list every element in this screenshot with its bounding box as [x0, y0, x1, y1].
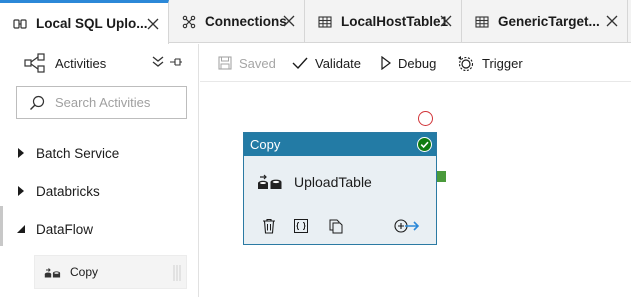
connections-icon — [182, 15, 196, 28]
activity-label: Copy — [70, 265, 99, 279]
group-label: Batch Service — [36, 145, 120, 161]
tab-label: Connections — [205, 14, 287, 29]
table-icon — [475, 15, 489, 28]
tab-generictarget[interactable]: GenericTarget... — [462, 0, 628, 43]
tab-localhosttable1[interactable]: LocalHostTable1 — [305, 0, 462, 43]
trigger-icon — [458, 56, 474, 71]
success-output-port[interactable] — [437, 171, 446, 182]
group-batch-service[interactable]: Batch Service — [16, 143, 119, 163]
activity-copy[interactable]: Copy — [34, 255, 187, 289]
pin-icon[interactable] — [169, 56, 183, 68]
activities-icon — [24, 53, 45, 73]
close-icon[interactable] — [147, 18, 159, 30]
close-icon[interactable] — [606, 15, 618, 27]
play-icon — [381, 56, 391, 70]
saved-label: Saved — [239, 55, 276, 71]
trigger-label: Trigger — [482, 55, 523, 71]
group-databricks[interactable]: Databricks — [16, 181, 100, 201]
node-body: UploadTable — [244, 156, 436, 244]
search-input[interactable] — [55, 95, 185, 110]
add-output-icon[interactable] — [394, 218, 420, 234]
node-name: UploadTable — [294, 174, 372, 190]
search-icon — [30, 95, 45, 110]
pipeline-icon — [13, 18, 27, 29]
code-icon[interactable] — [293, 218, 309, 234]
node-type: Copy — [250, 137, 281, 152]
debug-button[interactable]: Debug — [381, 53, 436, 73]
caret-right-icon — [18, 186, 24, 196]
activities-header: Activities — [24, 52, 106, 74]
checkmark-icon — [292, 57, 308, 70]
copy-activity-node[interactable]: Copy UploadTable — [243, 132, 437, 245]
debug-label: Debug — [398, 55, 437, 71]
table-icon — [318, 15, 332, 28]
tab-label: GenericTarget... — [498, 14, 600, 29]
tab-local-sql-upload[interactable]: Local SQL Uplo... — [0, 0, 169, 44]
trigger-button[interactable]: Trigger — [457, 53, 523, 73]
success-icon — [417, 137, 432, 152]
tab-label: Local SQL Uplo... — [36, 16, 148, 31]
activities-title: Activities — [55, 55, 107, 71]
caret-right-icon — [18, 148, 24, 158]
validate-label: Validate — [315, 55, 362, 71]
activities-tools — [151, 56, 183, 68]
error-indicator — [418, 111, 433, 126]
group-label: Databricks — [36, 183, 100, 199]
saved-button[interactable]: Saved — [218, 53, 276, 73]
group-label: DataFlow — [36, 221, 94, 237]
node-header: Copy — [244, 133, 436, 156]
drag-handle-icon[interactable] — [172, 264, 182, 282]
clone-icon[interactable] — [328, 218, 344, 234]
validate-button[interactable]: Validate — [292, 53, 361, 73]
delete-icon[interactable] — [261, 218, 277, 234]
tab-bar: Local SQL Uplo... Connections LocalHostT… — [0, 0, 631, 44]
caret-down-icon — [17, 225, 25, 233]
close-icon[interactable] — [440, 15, 452, 27]
selection-indicator — [0, 206, 3, 246]
save-icon — [218, 56, 232, 70]
group-dataflow[interactable]: DataFlow — [16, 219, 93, 239]
close-icon[interactable] — [283, 15, 295, 27]
tab-label: LocalHostTable1 — [341, 14, 449, 29]
copy-activity-icon — [258, 174, 282, 189]
search-activities[interactable] — [16, 86, 187, 119]
tab-connections[interactable]: Connections — [169, 0, 305, 43]
copy-activity-icon — [44, 268, 61, 278]
activities-panel: Activities Batch Service Databricks Data… — [0, 44, 199, 297]
pipeline-toolbar: Saved Validate Debug Trigger — [200, 44, 631, 82]
collapse-all-icon[interactable] — [151, 56, 165, 68]
